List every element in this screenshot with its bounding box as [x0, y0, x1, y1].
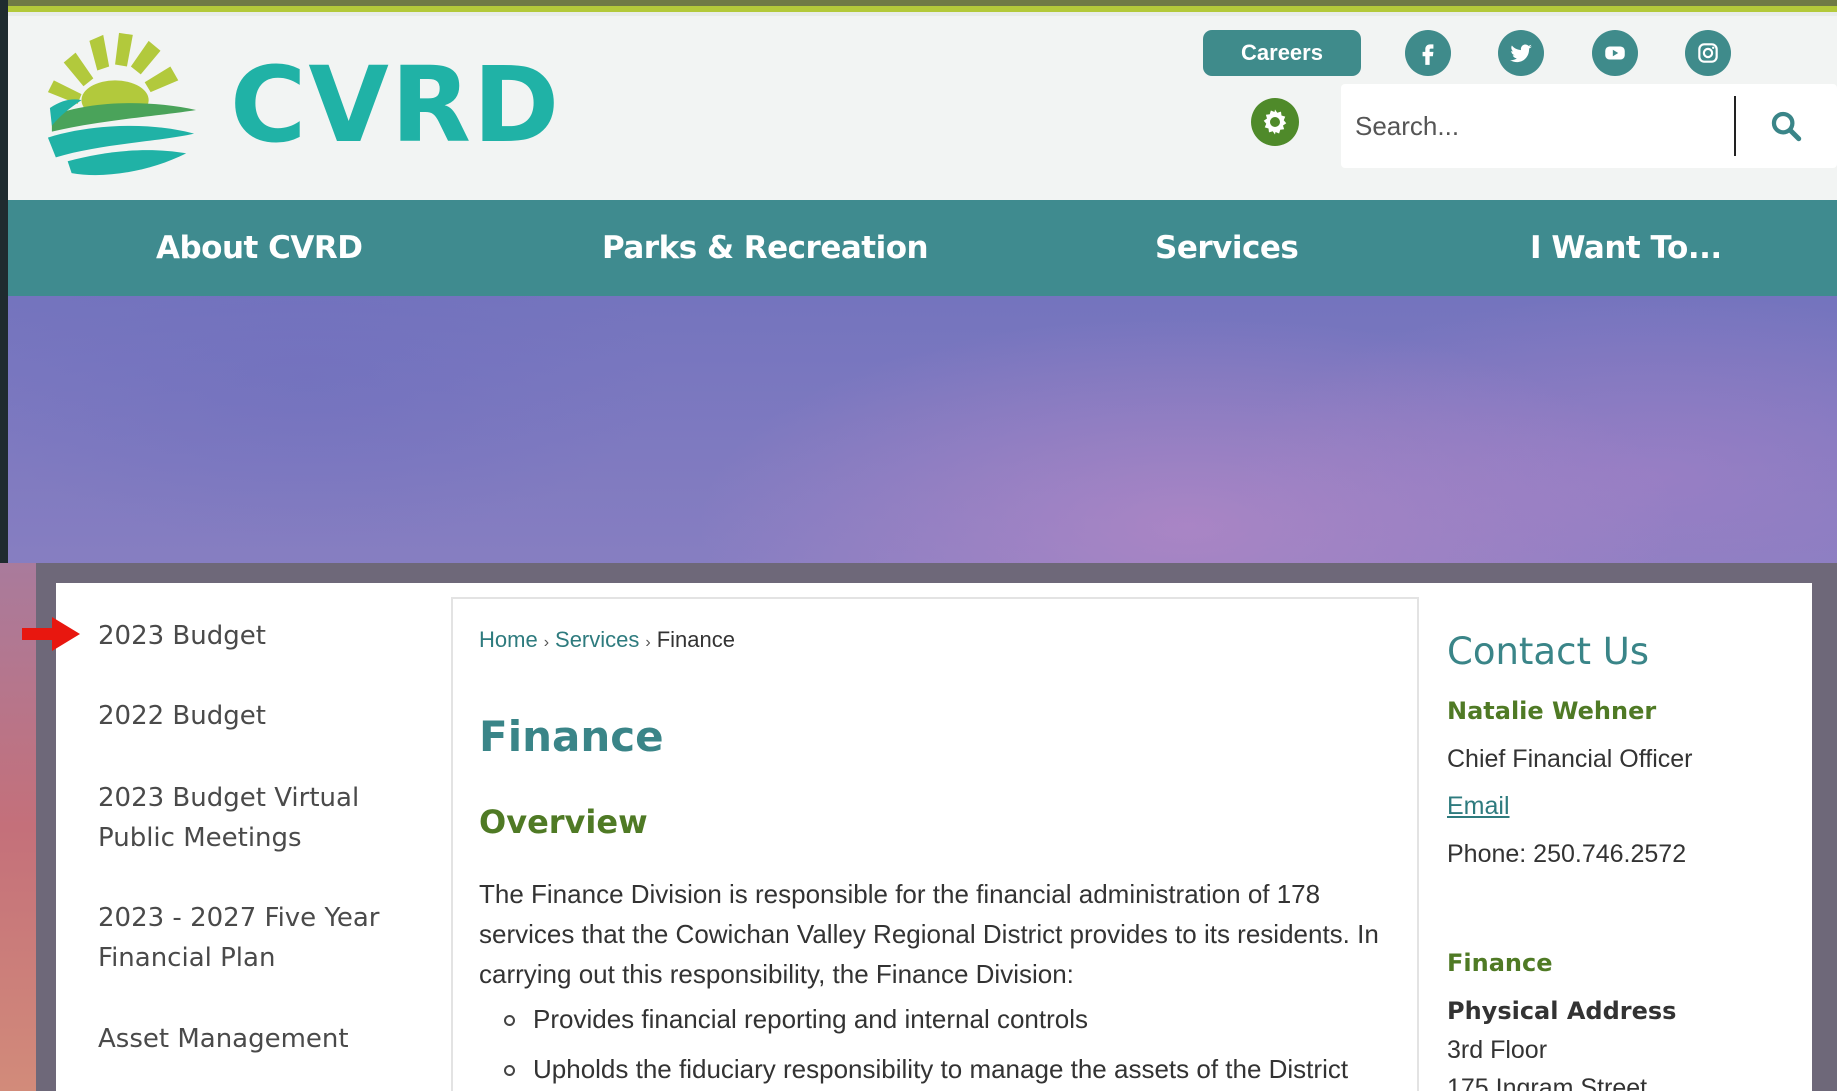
breadcrumb-current: Finance: [656, 627, 735, 652]
contact-email-link[interactable]: Email: [1447, 792, 1510, 821]
address-line-1: 3rd Floor: [1447, 1036, 1548, 1064]
search-icon: [1771, 111, 1802, 142]
address-line-2: 175 Ingram Street: [1447, 1074, 1648, 1091]
sidebar-item-2023-budget-virtual-public-meetings[interactable]: 2023 Budget Virtual Public Meetings: [98, 778, 398, 858]
logo-wordmark: CVRD: [230, 44, 562, 166]
site-header: CVRD Careers: [8, 0, 1837, 200]
facebook-link[interactable]: [1405, 30, 1451, 76]
facebook-icon: [1422, 44, 1434, 65]
contact-role: Chief Financial Officer: [1447, 745, 1693, 773]
careers-button[interactable]: Careers: [1203, 30, 1361, 76]
gear-icon: [1263, 109, 1287, 135]
breadcrumb-services-link[interactable]: Services: [555, 627, 639, 653]
sun-wave-logo-icon: [47, 32, 197, 176]
search-input[interactable]: [1355, 102, 1725, 150]
youtube-icon: [1605, 46, 1625, 60]
search-button[interactable]: [1761, 102, 1811, 150]
section-heading-overview: Overview: [479, 803, 648, 841]
list-item: Upholds the fiduciary responsibility to …: [500, 1044, 1348, 1091]
responsibilities-list: Provides financial reporting and interna…: [500, 994, 1348, 1091]
sidebar-item-asset-management[interactable]: Asset Management: [98, 1019, 398, 1059]
search-bar: [1341, 84, 1837, 168]
contact-phone: Phone: 250.746.2572: [1447, 840, 1687, 868]
contact-us-heading: Contact Us: [1447, 630, 1650, 673]
overview-paragraph: The Finance Division is responsible for …: [479, 879, 1379, 989]
instagram-icon: [1698, 43, 1718, 63]
twitter-icon: [1510, 44, 1532, 63]
contact-department: Finance: [1447, 949, 1553, 977]
settings-button[interactable]: [1251, 98, 1299, 146]
nav-about-cvrd[interactable]: About CVRD: [156, 200, 363, 296]
main-nav: About CVRD Parks & Recreation Services I…: [8, 200, 1837, 296]
nav-i-want-to[interactable]: I Want To...: [1530, 200, 1722, 296]
list-item: Provides financial reporting and interna…: [500, 994, 1348, 1044]
physical-address-label: Physical Address: [1447, 997, 1677, 1025]
sidebar-item-five-year-financial-plan[interactable]: 2023 - 2027 Five Year Financial Plan: [98, 898, 398, 978]
breadcrumb-separator: ›: [543, 634, 550, 651]
red-arrow-icon: [22, 617, 80, 651]
breadcrumb-home-link[interactable]: Home: [479, 627, 538, 653]
nav-parks-recreation[interactable]: Parks & Recreation: [602, 200, 929, 296]
nav-services[interactable]: Services: [1155, 200, 1299, 296]
header-accent-bar: [8, 0, 1837, 16]
breadcrumb: Home › Services › Finance: [479, 627, 735, 653]
twitter-link[interactable]: [1498, 30, 1544, 76]
page-title: Finance: [479, 712, 664, 761]
contact-name: Natalie Wehner: [1447, 697, 1657, 725]
cvrd-logo[interactable]: CVRD: [42, 30, 561, 180]
instagram-link[interactable]: [1685, 30, 1731, 76]
sidebar-item-2022-budget[interactable]: 2022 Budget: [98, 696, 398, 736]
breadcrumb-separator: ›: [645, 634, 651, 651]
sidebar-item-2023-budget[interactable]: 2023 Budget: [98, 616, 398, 656]
search-divider: [1734, 96, 1736, 156]
youtube-link[interactable]: [1592, 30, 1638, 76]
